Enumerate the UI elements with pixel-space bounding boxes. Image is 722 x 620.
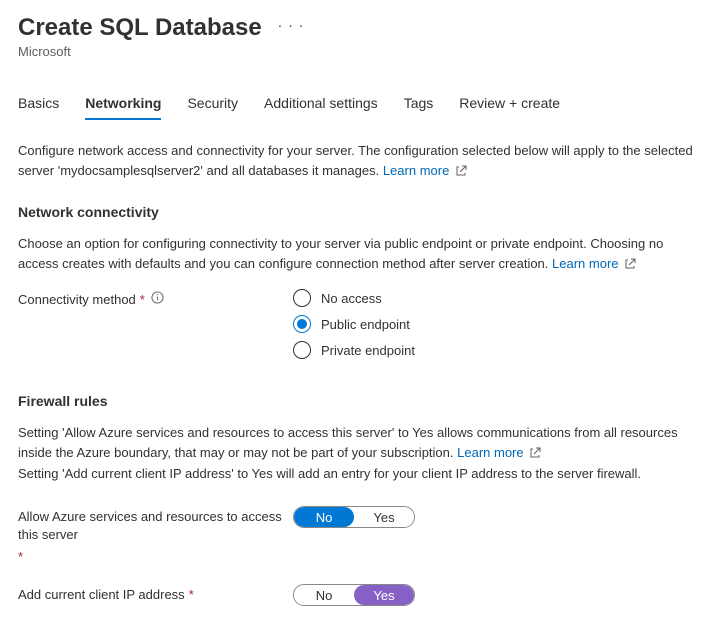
radio-icon-selected	[293, 315, 311, 333]
info-icon[interactable]	[151, 291, 164, 304]
toggle-option-yes[interactable]: Yes	[354, 507, 414, 527]
section-heading-firewall: Firewall rules	[18, 393, 704, 409]
networking-intro-learn-more-link[interactable]: Learn more	[383, 163, 467, 178]
firewall-desc: Setting 'Allow Azure services and resour…	[18, 423, 704, 484]
add-client-ip-label: Add current client IP address *	[18, 584, 293, 604]
toggle-option-yes[interactable]: Yes	[354, 585, 414, 605]
radio-icon	[293, 289, 311, 307]
toggle-add-client-ip[interactable]: No Yes	[293, 584, 415, 606]
firewall-learn-more-link[interactable]: Learn more	[457, 445, 541, 460]
tab-basics[interactable]: Basics	[18, 89, 59, 119]
section-heading-connectivity: Network connectivity	[18, 204, 704, 220]
toggle-option-no[interactable]: No	[294, 507, 354, 527]
radio-label: Private endpoint	[321, 343, 415, 358]
tab-networking[interactable]: Networking	[85, 89, 161, 119]
external-link-icon	[529, 445, 541, 465]
radio-label: No access	[321, 291, 382, 306]
radio-no-access[interactable]: No access	[293, 289, 704, 307]
page-title: Create SQL Database	[18, 14, 262, 42]
radio-public-endpoint[interactable]: Public endpoint	[293, 315, 704, 333]
required-indicator: *	[189, 586, 194, 604]
radio-label: Public endpoint	[321, 317, 410, 332]
more-actions-button[interactable]: · · ·	[278, 17, 305, 39]
networking-intro: Configure network access and connectivit…	[18, 141, 704, 182]
toggle-allow-azure[interactable]: No Yes	[293, 506, 415, 528]
field-connectivity-method: Connectivity method * No access Public e…	[18, 289, 704, 367]
toggle-option-no[interactable]: No	[294, 585, 354, 605]
publisher-label: Microsoft	[18, 44, 704, 59]
connectivity-method-label: Connectivity method *	[18, 289, 293, 309]
field-add-client-ip: Add current client IP address * No Yes	[18, 584, 704, 606]
required-indicator: *	[140, 291, 145, 309]
tab-review-create[interactable]: Review + create	[459, 89, 560, 119]
radio-icon	[293, 341, 311, 359]
external-link-icon	[624, 256, 636, 276]
firewall-desc-line2: Setting 'Add current client IP address' …	[18, 466, 641, 481]
allow-azure-label: Allow Azure services and resources to ac…	[18, 506, 293, 567]
field-allow-azure: Allow Azure services and resources to ac…	[18, 506, 704, 567]
external-link-icon	[455, 163, 467, 183]
connectivity-learn-more-link[interactable]: Learn more	[552, 256, 636, 271]
tab-security[interactable]: Security	[187, 89, 238, 119]
tabs-bar: Basics Networking Security Additional se…	[18, 89, 704, 119]
networking-intro-text: Configure network access and connectivit…	[18, 143, 693, 178]
tab-tags[interactable]: Tags	[404, 89, 434, 119]
connectivity-method-options: No access Public endpoint Private endpoi…	[293, 289, 704, 367]
connectivity-desc: Choose an option for configuring connect…	[18, 234, 704, 275]
radio-private-endpoint[interactable]: Private endpoint	[293, 341, 704, 359]
firewall-desc-line1: Setting 'Allow Azure services and resour…	[18, 425, 678, 460]
tab-additional-settings[interactable]: Additional settings	[264, 89, 378, 119]
